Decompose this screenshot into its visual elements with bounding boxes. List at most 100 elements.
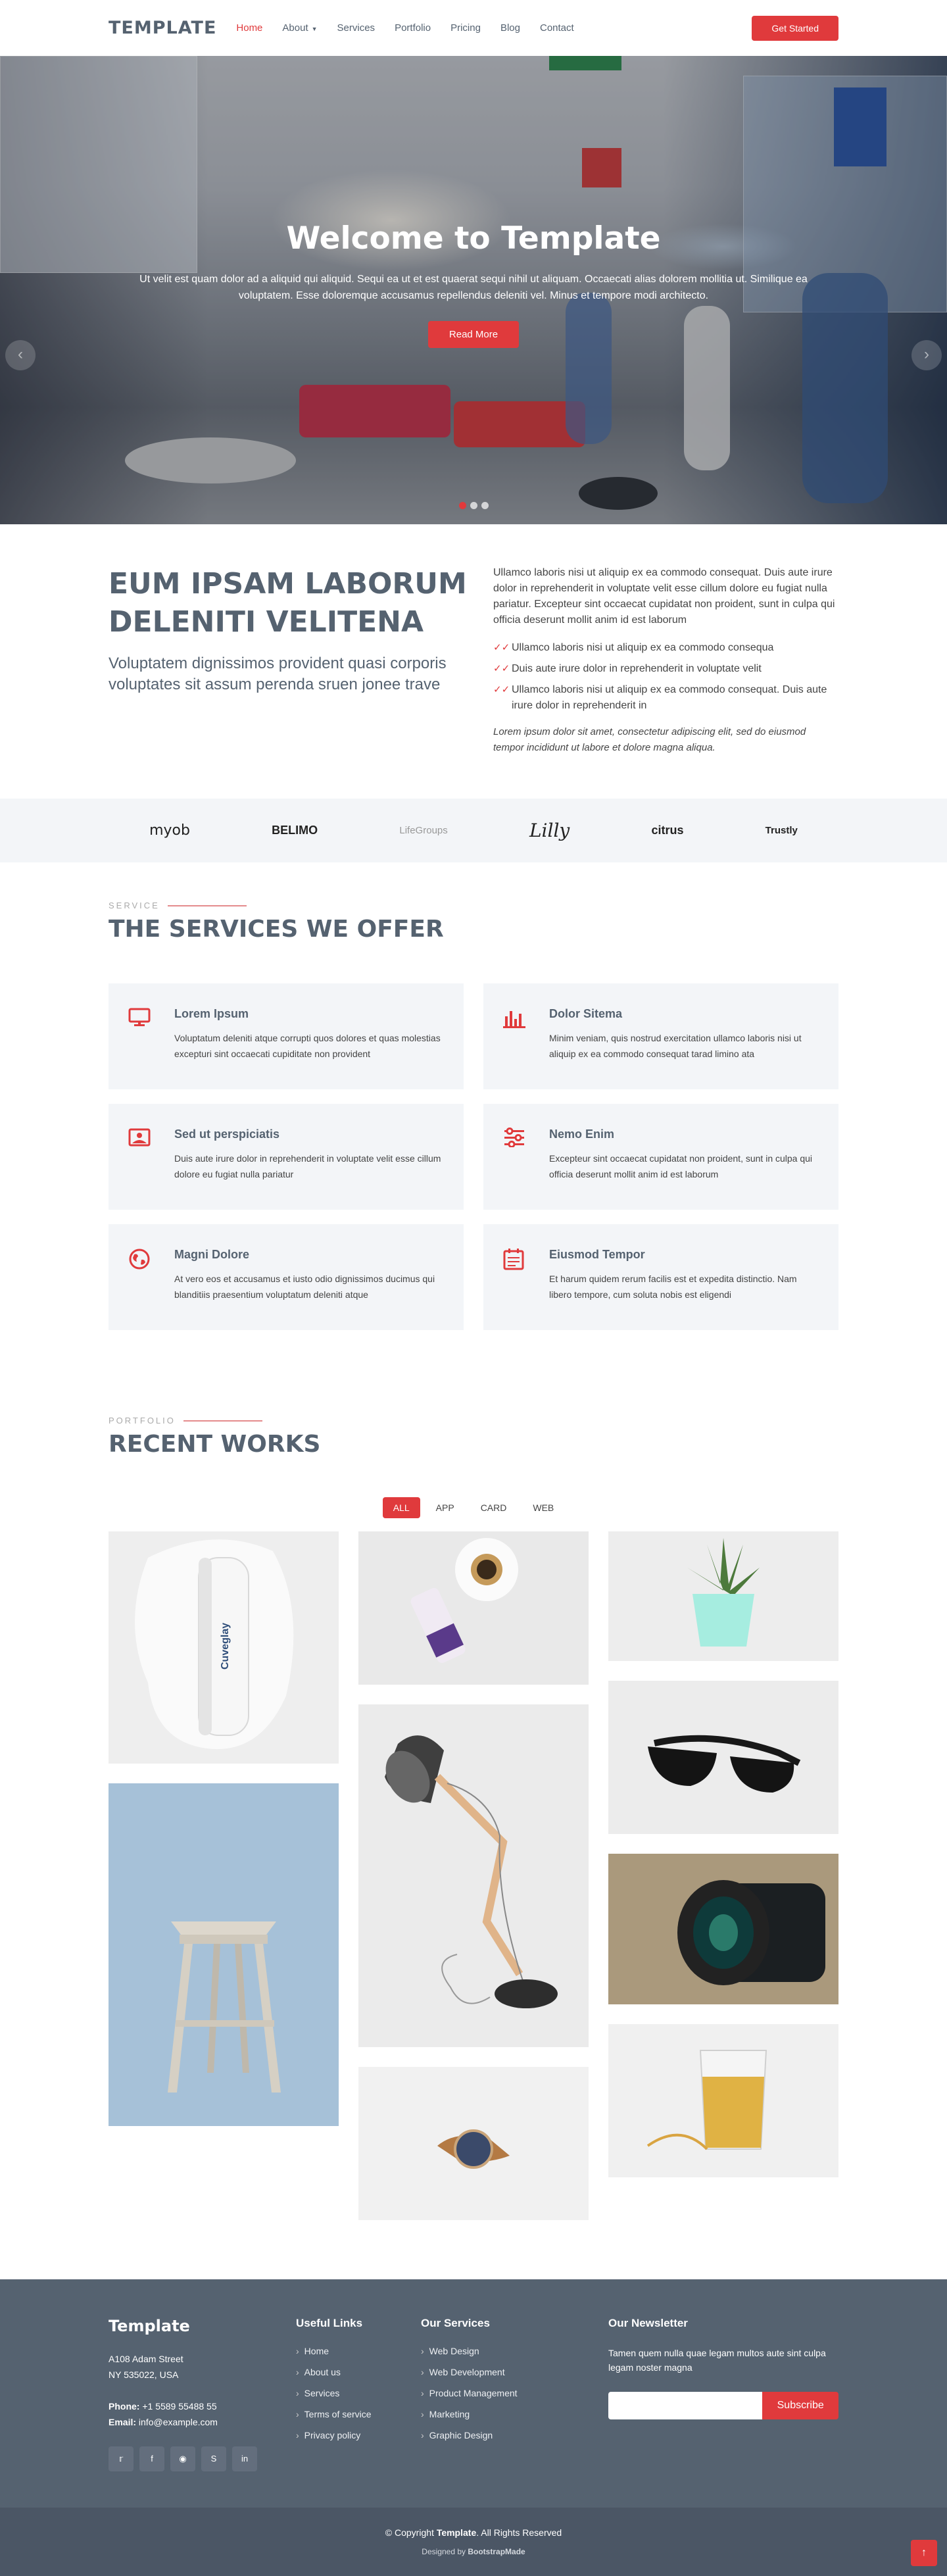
hero-title: Welcome to Template bbox=[286, 220, 661, 257]
footer-link[interactable]: Web Development bbox=[421, 2367, 608, 2377]
section-tag: PORTFOLIO bbox=[109, 1416, 838, 1425]
filter-web[interactable]: WEB bbox=[522, 1497, 564, 1518]
client-logo-trustly: Trustly bbox=[765, 825, 798, 836]
read-more-button[interactable]: Read More bbox=[427, 321, 520, 348]
footer-link[interactable]: Terms of service bbox=[296, 2409, 421, 2419]
copyright-brand: Template bbox=[436, 2527, 477, 2538]
portfolio-item-lamp[interactable] bbox=[358, 1704, 589, 2047]
service-text: Minim veniam, quis nostrud exercitation … bbox=[549, 1033, 802, 1059]
our-services-title: Our Services bbox=[421, 2317, 490, 2329]
credits-link[interactable]: BootstrapMade bbox=[468, 2547, 525, 2556]
nav-pricing[interactable]: Pricing bbox=[450, 22, 481, 34]
nav-about[interactable]: About ▼ bbox=[282, 22, 317, 34]
service-card[interactable]: Eiusmod Tempor Et harum quidem rerum faci… bbox=[483, 1224, 838, 1330]
portfolio-title: RECENT WORKS bbox=[109, 1431, 321, 1458]
service-card[interactable]: Nemo Enim Excepteur sint occaecat cupidat… bbox=[483, 1104, 838, 1210]
portfolio-item-glass[interactable] bbox=[608, 2024, 838, 2177]
service-card[interactable]: Sed ut perspiciatis Duis aute irure dolor… bbox=[109, 1104, 464, 1210]
back-to-top-icon[interactable]: ↑ bbox=[911, 2540, 937, 2566]
check-item: ✓✓ Ullamco laboris nisi ut aliquip ex ea … bbox=[493, 640, 838, 656]
client-logo-citrus: citrus bbox=[651, 824, 684, 837]
service-text: At vero eos et accusamus et iusto odio d… bbox=[174, 1274, 435, 1300]
credits: Designed by BootstrapMade bbox=[0, 2547, 947, 2556]
carousel-indicators bbox=[0, 501, 947, 512]
twitter-icon[interactable]: 𝕣 bbox=[109, 2446, 134, 2471]
client-logo-belimo: BELIMO bbox=[272, 824, 318, 837]
carousel-dot-3[interactable] bbox=[481, 502, 489, 509]
footer-link[interactable]: Graphic Design bbox=[421, 2430, 608, 2440]
carousel-next-icon[interactable]: › bbox=[911, 340, 942, 370]
portfolio-item-watch[interactable] bbox=[358, 2067, 589, 2220]
service-card[interactable]: Lorem Ipsum Voluptatum deleniti atque cor… bbox=[109, 983, 464, 1089]
footer-link[interactable]: Marketing bbox=[421, 2409, 608, 2419]
check-item: ✓✓ Ullamco laboris nisi ut aliquip ex ea … bbox=[493, 682, 838, 714]
footer-link[interactable]: Privacy policy bbox=[296, 2430, 421, 2440]
portfolio-grid: Cuveglay bbox=[109, 1531, 838, 2220]
get-started-button[interactable]: Get Started bbox=[752, 15, 838, 41]
useful-links-title: Useful Links bbox=[296, 2317, 363, 2329]
nav-home[interactable]: Home bbox=[236, 22, 262, 34]
carousel-dot-1[interactable] bbox=[458, 502, 466, 509]
footer-contact: Template A108 Adam Street NY 535022, USA… bbox=[109, 2317, 296, 2471]
nav-contact[interactable]: Contact bbox=[540, 22, 574, 34]
site-footer: Template A108 Adam Street NY 535022, USA… bbox=[0, 2279, 947, 2576]
footer-link[interactable]: Services bbox=[296, 2388, 421, 2398]
service-text: Voluptatum deleniti atque corrupti quos … bbox=[174, 1033, 441, 1059]
client-logo-lilly: Lilly bbox=[529, 820, 570, 841]
footer-link[interactable]: Home bbox=[296, 2346, 421, 2356]
service-card[interactable]: Dolor Sitema Minim veniam, quis nostrud e… bbox=[483, 983, 838, 1089]
nav-blog[interactable]: Blog bbox=[500, 22, 520, 34]
monitor-icon bbox=[128, 1007, 174, 1076]
carousel-prev-icon[interactable]: ‹ bbox=[5, 340, 36, 370]
sliders-icon bbox=[503, 1127, 549, 1197]
chevron-down-icon: ▼ bbox=[311, 26, 318, 32]
main-nav: Home About ▼ Services Portfolio Pricing B… bbox=[236, 22, 573, 34]
service-text: Excepteur sint occaecat cupidatat non pr… bbox=[549, 1153, 813, 1179]
section-tag-line bbox=[167, 904, 247, 906]
services-grid: Lorem Ipsum Voluptatum deleniti atque cor… bbox=[109, 983, 838, 1330]
newsletter-email-input[interactable] bbox=[608, 2392, 763, 2419]
double-check-icon: ✓✓ bbox=[493, 642, 510, 653]
portfolio-item-coffee[interactable] bbox=[358, 1531, 589, 1685]
subscribe-button[interactable]: Subscribe bbox=[762, 2392, 838, 2419]
facebook-icon[interactable]: f bbox=[139, 2446, 164, 2471]
about-heading: EUM IPSAM LABORUM DELENITI VELITENA bbox=[109, 567, 467, 639]
service-card[interactable]: Magni Dolore At vero eos et accusamus et … bbox=[109, 1224, 464, 1330]
footer-link[interactable]: Product Management bbox=[421, 2388, 608, 2398]
footer-link[interactable]: About us bbox=[296, 2367, 421, 2377]
portfolio-item-lens[interactable] bbox=[608, 1854, 838, 2004]
filter-app[interactable]: APP bbox=[425, 1497, 465, 1518]
carousel-dot-2[interactable] bbox=[470, 502, 477, 509]
footer-link[interactable]: Web Design bbox=[421, 2346, 608, 2356]
phone-label: Phone: bbox=[109, 2401, 140, 2412]
check-text: Duis aute irure dolor in reprehenderit i… bbox=[512, 663, 762, 674]
section-tag-label: SERVICE bbox=[109, 901, 160, 910]
logo[interactable]: TEMPLATE bbox=[109, 18, 216, 38]
portfolio-item-plant[interactable] bbox=[608, 1531, 838, 1661]
email-value[interactable]: info@example.com bbox=[139, 2417, 218, 2427]
client-logo-myob: myob bbox=[149, 822, 190, 839]
section-tag-label: PORTFOLIO bbox=[109, 1416, 176, 1425]
nav-services[interactable]: Services bbox=[337, 22, 376, 34]
portfolio-item-sunglasses[interactable] bbox=[608, 1681, 838, 1834]
site-header: TEMPLATE Home About ▼ Services Portfolio … bbox=[0, 0, 947, 56]
portfolio-item-bottle[interactable]: Cuveglay bbox=[109, 1531, 339, 1764]
services-section: SERVICE THE SERVICES WE OFFER Lorem Ipsu… bbox=[0, 862, 947, 1402]
nav-portfolio[interactable]: Portfolio bbox=[395, 22, 431, 34]
credits-prefix: Designed by bbox=[422, 2547, 466, 2556]
filter-all[interactable]: ALL bbox=[382, 1497, 420, 1518]
calendar-icon bbox=[503, 1248, 549, 1317]
instagram-icon[interactable]: ◉ bbox=[170, 2446, 195, 2471]
email-label: Email: bbox=[109, 2417, 137, 2427]
section-tag: SERVICE bbox=[109, 901, 838, 910]
image-icon bbox=[128, 1127, 174, 1197]
skype-icon[interactable]: S bbox=[201, 2446, 226, 2471]
copyright-suffix: . All Rights Reserved bbox=[476, 2527, 562, 2538]
filter-card[interactable]: CARD bbox=[470, 1497, 518, 1518]
service-text: Et harum quidem rerum facilis est et exp… bbox=[549, 1274, 797, 1300]
bar-chart-icon bbox=[503, 1007, 549, 1076]
portfolio-item-stool[interactable] bbox=[109, 1783, 339, 2126]
linkedin-icon[interactable]: in bbox=[232, 2446, 257, 2471]
service-text: Duis aute irure dolor in reprehenderit i… bbox=[174, 1153, 441, 1179]
check-item: ✓✓ Duis aute irure dolor in reprehenderit… bbox=[493, 661, 838, 677]
